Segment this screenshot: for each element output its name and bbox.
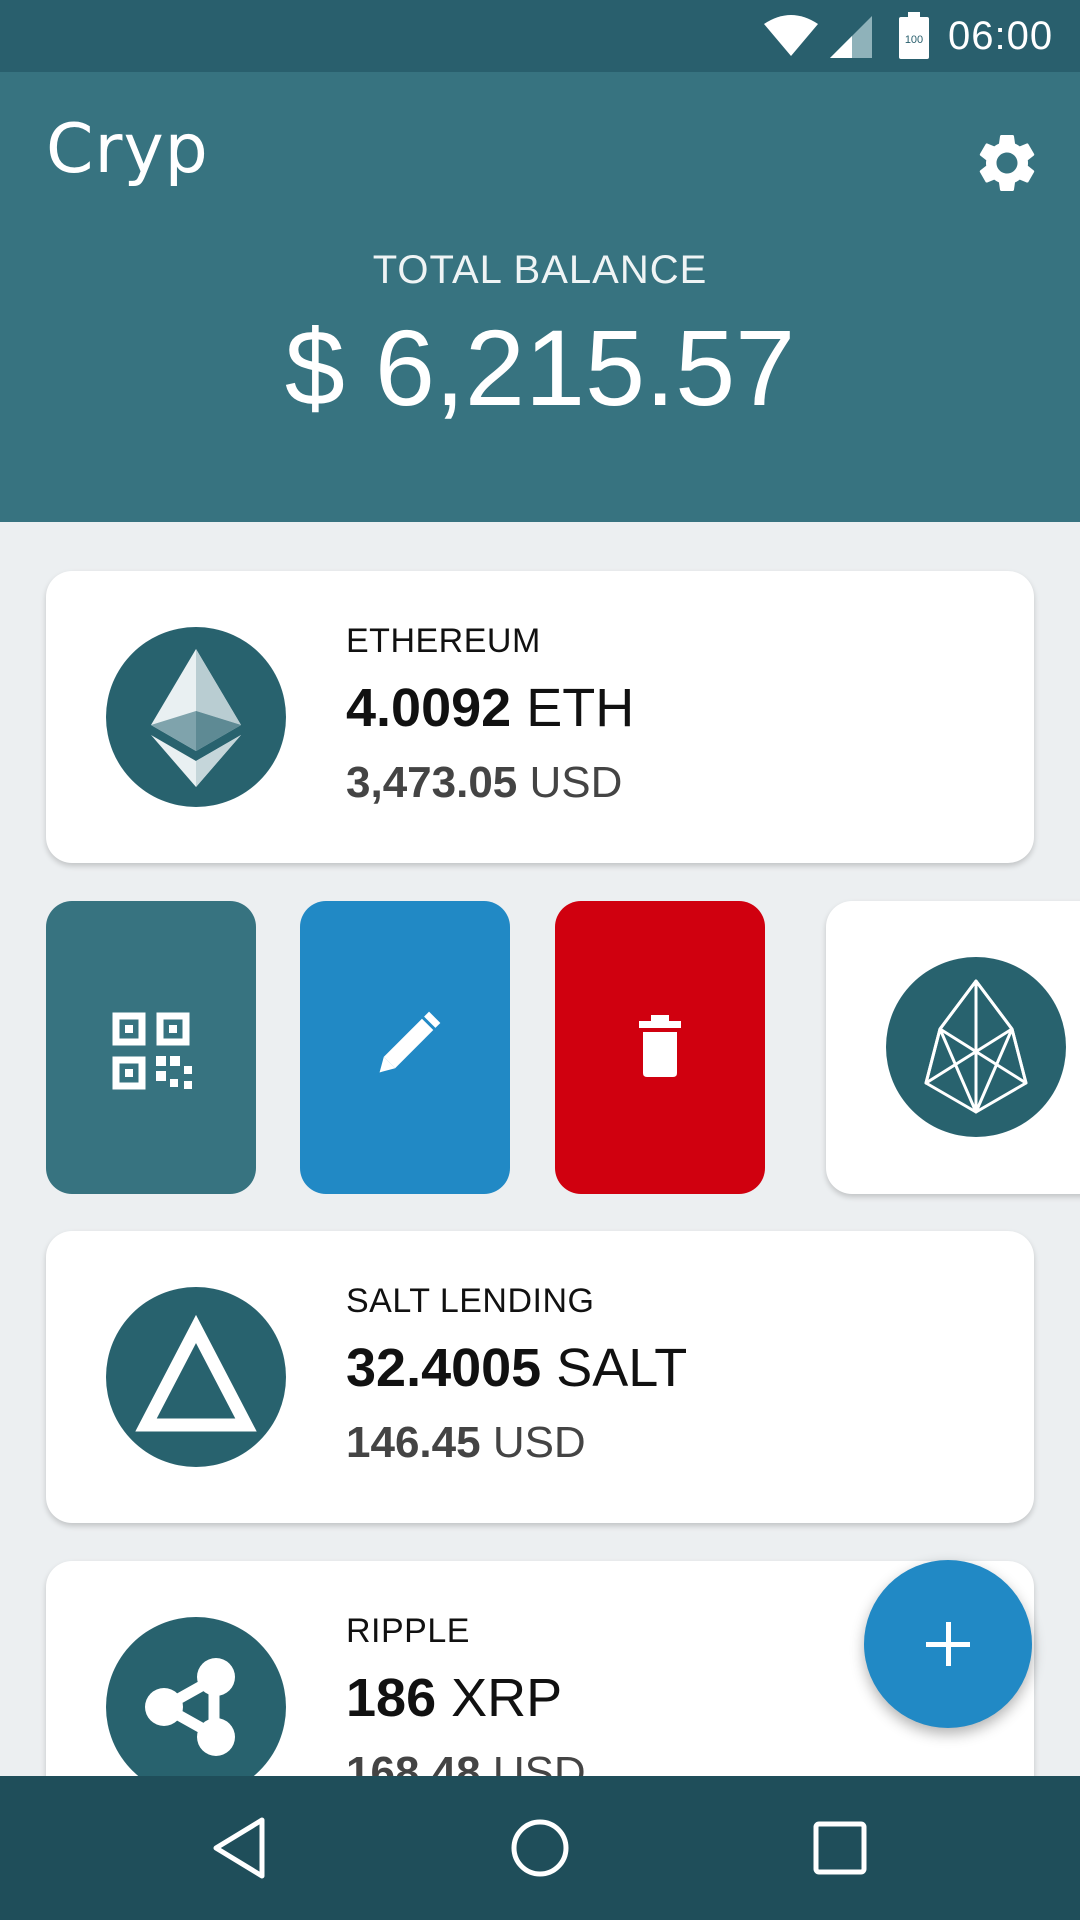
coin-card-peek[interactable] — [826, 901, 1080, 1194]
coin-name: RIPPLE — [346, 1612, 470, 1650]
ripple-icon — [106, 1617, 286, 1797]
app-title: Cryp — [46, 110, 209, 189]
coin-symbol: SALT — [556, 1338, 688, 1398]
coin-amount-value: 4.0092 — [346, 678, 512, 738]
ethereum-icon — [106, 627, 286, 807]
coin-symbol: ETH — [526, 678, 635, 738]
back-icon[interactable] — [200, 1808, 280, 1888]
edit-button[interactable] — [300, 901, 510, 1194]
coin-amount: 4.0092 ETH — [346, 675, 634, 741]
home-icon[interactable] — [500, 1808, 580, 1888]
coin-name: ETHEREUM — [346, 622, 541, 660]
total-balance-value: $ 6,215.57 — [284, 307, 796, 428]
coin-amount-value: 186 — [346, 1668, 437, 1728]
salt-icon — [106, 1287, 286, 1467]
coin-usd-unit: USD — [492, 1418, 586, 1467]
coin-name: SALT LENDING — [346, 1282, 595, 1320]
clock-time: 06:00 — [948, 14, 1054, 58]
cell-signal-icon — [830, 16, 872, 58]
coin-usd-value: 146.45 — [346, 1418, 481, 1467]
coin-card-ethereum[interactable]: ETHEREUM 4.0092 ETH 3,473.05 USD — [46, 571, 1034, 863]
plus-icon — [926, 1622, 970, 1666]
recents-icon[interactable] — [800, 1808, 880, 1888]
battery-icon: 100 — [899, 12, 929, 59]
eos-icon — [886, 957, 1066, 1137]
coin-symbol: XRP — [451, 1668, 563, 1728]
app-header: Cryp TOTAL BALANCE $ 6,215.57 — [0, 72, 1080, 522]
status-bar: 100 06:00 — [0, 0, 1080, 72]
wifi-icon — [764, 15, 818, 56]
system-nav-bar — [0, 1776, 1080, 1920]
add-coin-button[interactable] — [864, 1560, 1032, 1728]
gear-icon[interactable] — [972, 128, 1042, 198]
trash-icon — [639, 1015, 681, 1077]
coin-amount: 32.4005 SALT — [346, 1335, 687, 1401]
coin-usd-value: 3,473.05 — [346, 758, 518, 807]
coin-amount-value: 32.4005 — [346, 1338, 542, 1398]
coin-usd-unit: USD — [529, 758, 623, 807]
pencil-icon — [379, 1011, 441, 1073]
qr-code-button[interactable] — [46, 901, 256, 1194]
coin-amount: 186 XRP — [346, 1665, 562, 1731]
delete-button[interactable] — [555, 901, 765, 1194]
coin-usd: 3,473.05 USD — [346, 755, 622, 811]
coin-usd: 146.45 USD — [346, 1415, 586, 1471]
coin-card-salt[interactable]: SALT LENDING 32.4005 SALT 146.45 USD — [46, 1231, 1034, 1523]
qr-code-icon — [112, 1012, 192, 1090]
svg-text:100: 100 — [905, 34, 923, 46]
total-balance-label: TOTAL BALANCE — [372, 248, 708, 292]
